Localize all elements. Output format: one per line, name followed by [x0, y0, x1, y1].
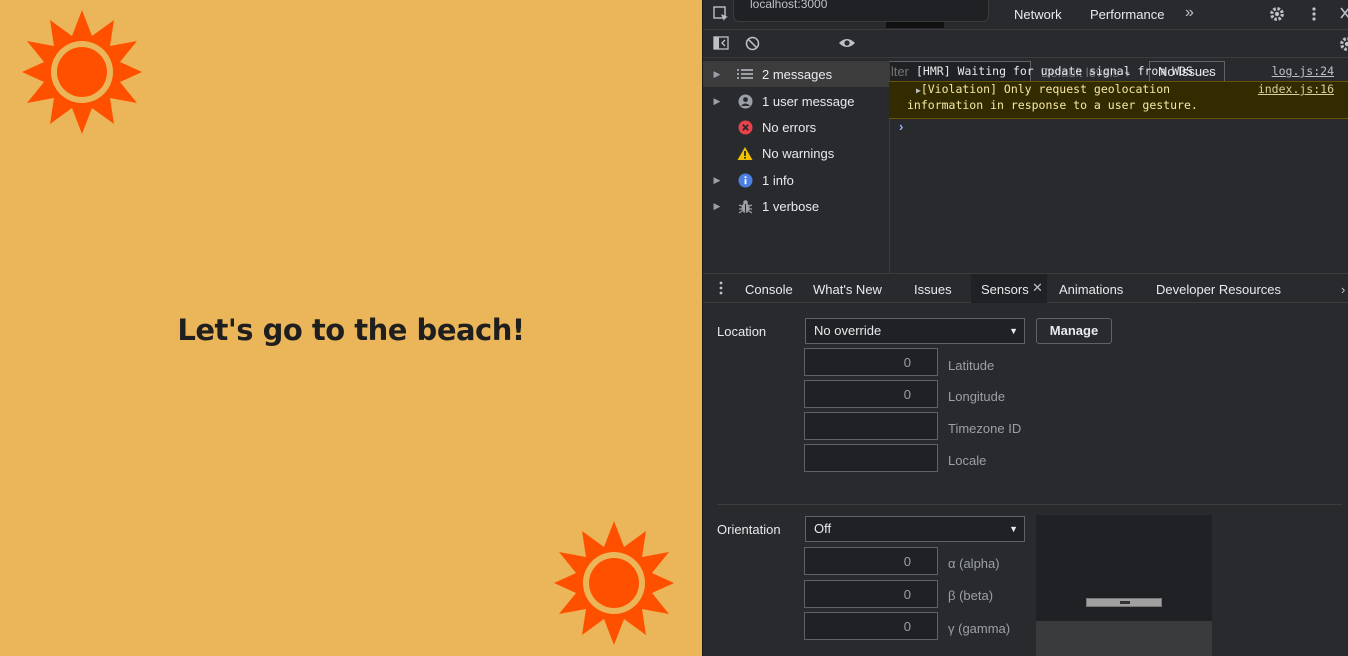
console-settings-gear-icon[interactable] [1339, 36, 1348, 55]
source-link[interactable]: index.js:16 [1258, 82, 1334, 97]
sidebar-item-warnings[interactable]: No warnings [703, 140, 889, 166]
sidebar-item-user-messages[interactable]: ▶ 1 user message [703, 88, 889, 114]
console-message-violation[interactable]: ▶[Violation] Only request geolocation in… [889, 81, 1348, 119]
expand-arrow-icon: ▶ [713, 200, 721, 211]
orientation-label: Orientation [717, 522, 781, 537]
console-prompt-icon[interactable]: › [899, 119, 903, 134]
tab-developer-resources[interactable]: Developer Resources [1156, 282, 1281, 297]
gamma-label: γ (gamma) [948, 621, 1011, 636]
tab-animations[interactable]: Animations [1059, 282, 1123, 297]
alpha-label: α (alpha) [948, 556, 1000, 571]
user-icon [731, 94, 759, 109]
device-icon [1086, 598, 1162, 607]
drawer-tabbar: Console What's New Issues Sensors ✕ Anim… [703, 273, 1348, 303]
error-icon [731, 120, 759, 135]
tab-console[interactable]: Console [745, 282, 793, 297]
page-headline: Let's go to the beach! [177, 313, 525, 347]
manage-button[interactable]: Manage [1036, 318, 1112, 344]
url-tooltip: localhost:3000 [733, 0, 989, 22]
console-message-text: information in response to a user gestur… [907, 98, 1198, 112]
kebab-menu-icon[interactable] [1311, 6, 1317, 25]
console-sidebar: ▶ 2 messages ▶ 1 user message No errors … [703, 60, 890, 273]
inspect-element-icon[interactable] [713, 6, 729, 25]
console-toolbar: top ▼ Default levels ▼ No Issues [703, 29, 1348, 82]
expand-arrow-icon: ▶ [713, 68, 721, 79]
locale-label: Locale [948, 453, 987, 468]
tab-sensors[interactable]: Sensors [981, 282, 1029, 297]
latitude-label: Latitude [948, 358, 995, 373]
console-message-text: [HMR] Waiting for update signal from WDS… [916, 64, 1214, 78]
timezone-label: Timezone ID [948, 421, 1022, 436]
sidebar-item-label: 1 user message [762, 93, 855, 109]
locale-input[interactable] [804, 444, 938, 472]
alpha-input[interactable]: 0 [804, 547, 938, 575]
clear-console-icon[interactable] [745, 36, 760, 54]
info-icon [731, 173, 759, 188]
bug-icon [731, 199, 759, 214]
console-messages: [HMR] Waiting for update signal from WDS… [889, 60, 1348, 273]
sidebar-item-errors[interactable]: No errors [703, 114, 889, 140]
chevron-right-icon[interactable]: › [1341, 282, 1345, 297]
orientation-floor [1036, 621, 1212, 656]
gear-icon[interactable] [1269, 6, 1285, 25]
tab-performance[interactable]: Performance [1090, 7, 1164, 22]
drawer-menu-icon[interactable] [719, 281, 723, 298]
sidebar-item-label: No warnings [762, 145, 835, 161]
sun-icon [554, 521, 674, 645]
close-tab-icon[interactable]: ✕ [1032, 280, 1043, 296]
tab-whats-new[interactable]: What's New [813, 282, 882, 297]
chevron-down-icon: ▼ [1009, 326, 1018, 336]
chevron-down-icon: ▼ [1009, 524, 1018, 534]
source-link[interactable]: log.js:24 [1272, 64, 1334, 79]
expand-arrow-icon: ▶ [713, 95, 721, 106]
sidebar-item-label: 1 verbose [762, 198, 820, 214]
page-viewport: Let's go to the beach! [0, 0, 702, 656]
tab-network[interactable]: Network [1014, 7, 1062, 22]
sidebar-item-label: 1 info [762, 172, 794, 188]
gamma-input[interactable]: 0 [804, 612, 938, 640]
sidebar-item-label: 2 messages [762, 66, 833, 82]
location-label: Location [717, 324, 767, 339]
eye-icon[interactable] [838, 37, 856, 52]
location-select-value: No override [814, 323, 882, 338]
orientation-select[interactable]: Off ▼ [805, 516, 1025, 542]
devtools-main-tabbar: localhost:3000 Network Performance » [703, 0, 1348, 30]
location-select[interactable]: No override ▼ [805, 318, 1025, 344]
more-tabs-chevron-icon[interactable]: » [1185, 5, 1194, 21]
expand-arrow-icon: ▶ [713, 174, 721, 185]
warning-icon [731, 146, 759, 161]
latitude-input[interactable]: 0 [804, 348, 938, 376]
url-tooltip-bar [886, 22, 944, 28]
console-message-text: [Violation] Only request geolocation [920, 82, 1171, 96]
beta-label: β (beta) [948, 588, 994, 603]
sidebar-item-messages[interactable]: ▶ 2 messages [703, 61, 889, 87]
timezone-input[interactable] [804, 412, 938, 440]
longitude-input[interactable]: 0 [804, 380, 938, 408]
devtools-panel: localhost:3000 Network Performance » top… [702, 0, 1348, 656]
url-tooltip-text: localhost:3000 [750, 0, 828, 11]
close-devtools-icon[interactable] [1339, 6, 1348, 23]
sidebar-item-verbose[interactable]: ▶ 1 verbose [703, 193, 889, 219]
sidebar-toggle-icon[interactable] [713, 36, 729, 53]
sun-icon [22, 10, 142, 134]
orientation-preview[interactable] [1036, 515, 1212, 656]
longitude-label: Longitude [948, 389, 1006, 404]
sidebar-item-info[interactable]: ▶ 1 info [703, 167, 889, 193]
orientation-select-value: Off [814, 521, 832, 536]
section-divider [717, 504, 1342, 505]
list-icon [731, 68, 759, 80]
sidebar-item-label: No errors [762, 119, 817, 135]
tab-issues[interactable]: Issues [914, 282, 952, 297]
beta-input[interactable]: 0 [804, 580, 938, 608]
